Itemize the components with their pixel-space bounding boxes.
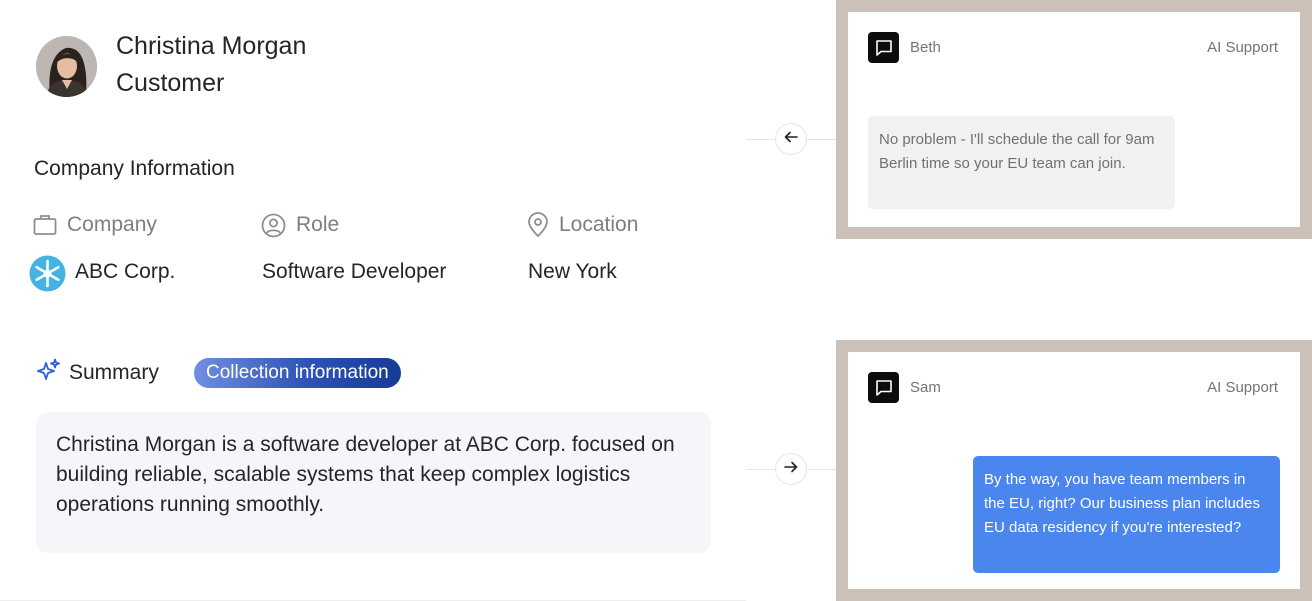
channel-label: AI Support: [1207, 379, 1278, 396]
role-label: Role: [296, 213, 340, 236]
outgoing-message: By the way, you have team members in the…: [973, 456, 1280, 573]
company-field-header: Company: [33, 210, 157, 240]
chat-bubble-icon: [868, 32, 899, 63]
briefcase-icon: [33, 214, 57, 236]
company-information-title: Company Information: [34, 157, 235, 180]
incoming-arrow-button[interactable]: [775, 123, 807, 155]
location-field-header: Location: [527, 210, 638, 240]
location-label: Location: [559, 213, 639, 236]
abc-corp-logo: [29, 255, 66, 292]
chat-card-body: Beth AI Support No problem - I'll schedu…: [848, 12, 1300, 227]
arrow-right-icon: [784, 460, 798, 478]
channel-label: AI Support: [1207, 39, 1278, 56]
location-value: New York: [528, 260, 617, 283]
chat-bubble-icon: [868, 372, 899, 403]
customer-name: Christina Morgan: [116, 32, 307, 60]
role-field-header: Role: [261, 210, 339, 240]
incoming-message: No problem - I'll schedule the call for …: [868, 116, 1175, 209]
collection-information-badge[interactable]: Collection information: [194, 358, 401, 388]
sparkle-icon: [37, 358, 61, 388]
summary-text: Christina Morgan is a software developer…: [36, 412, 711, 553]
user-circle-icon: [261, 213, 286, 238]
company-label: Company: [67, 213, 157, 236]
agent-name: Beth: [910, 39, 941, 56]
arrow-left-icon: [784, 130, 798, 148]
customer-type: Customer: [116, 69, 225, 97]
avatar: [36, 36, 97, 97]
outgoing-arrow-button[interactable]: [775, 453, 807, 485]
summary-header: Summary: [37, 358, 159, 388]
chat-card-sam: Sam AI Support By the way, you have team…: [836, 340, 1312, 601]
summary-label: Summary: [69, 361, 159, 384]
chat-card-beth: Beth AI Support No problem - I'll schedu…: [836, 0, 1312, 239]
map-pin-icon: [527, 212, 549, 238]
customer-profile-panel: Christina Morgan Customer Company Inform…: [0, 0, 746, 601]
agent-name: Sam: [910, 379, 941, 396]
chat-card-body: Sam AI Support By the way, you have team…: [848, 352, 1300, 589]
role-value: Software Developer: [262, 260, 447, 283]
company-value: ABC Corp.: [75, 260, 176, 283]
